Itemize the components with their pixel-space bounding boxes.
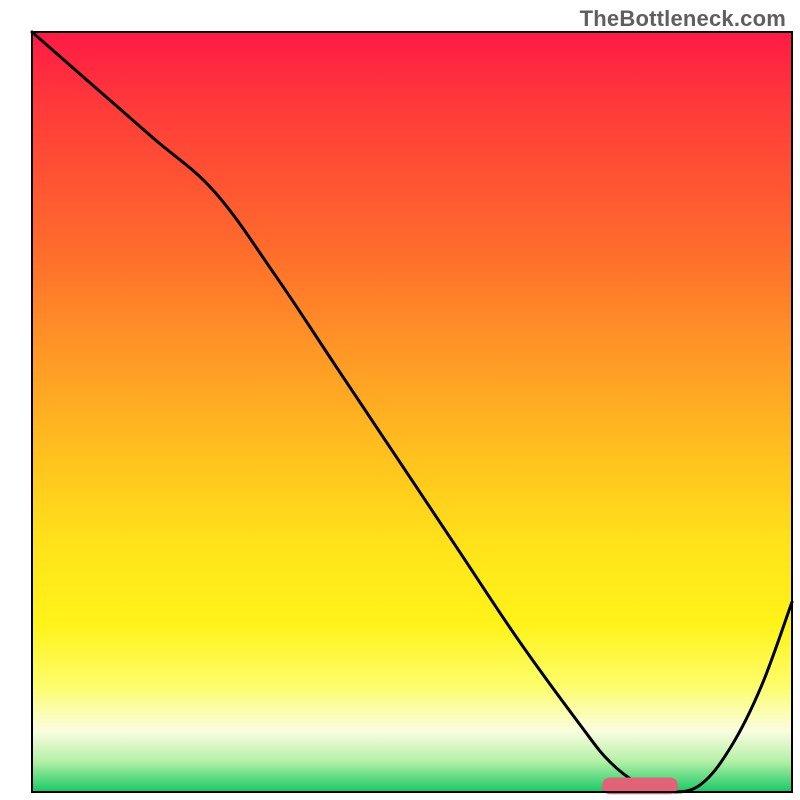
gradient-background [32,32,792,792]
watermark-text: TheBottleneck.com [580,6,786,32]
chart-container: TheBottleneck.com [0,0,800,800]
bottleneck-chart [0,0,800,800]
